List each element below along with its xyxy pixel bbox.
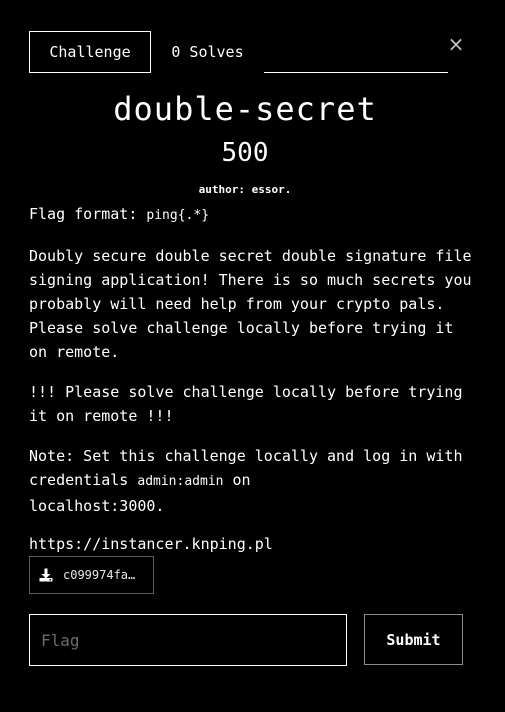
flag-input[interactable]	[29, 614, 347, 666]
flag-format-label: Flag format:	[29, 205, 147, 223]
note-middle: on	[223, 471, 251, 489]
note-host: localhost:3000.	[29, 497, 165, 515]
tab-solves[interactable]: 0 Solves	[151, 31, 264, 73]
challenge-value: 500	[221, 138, 269, 168]
description-paragraph-1: Doubly secure double secret double signa…	[29, 247, 472, 361]
tab-challenge[interactable]: Challenge	[29, 31, 151, 73]
instancer-link[interactable]: https://instancer.knping.pl	[29, 532, 273, 556]
challenge-author: author: essor.	[198, 183, 292, 196]
note-credentials: admin:admin	[137, 474, 224, 489]
flag-format: Flag format: ping{.*}	[29, 202, 474, 228]
close-icon[interactable]: ×	[447, 33, 465, 55]
flag-format-code: ping{.*}	[146, 208, 210, 223]
tab-underline	[264, 31, 448, 73]
file-name: c099974fa…	[63, 568, 136, 582]
submit-button[interactable]: Submit	[364, 614, 463, 665]
challenge-description: Flag format: ping{.*} Doubly secure doub…	[29, 202, 474, 534]
download-icon	[39, 568, 53, 582]
file-download-button[interactable]: c099974fa…	[29, 556, 154, 594]
challenge-modal: Challenge 0 Solves × double-secret 500 a…	[0, 0, 505, 712]
challenge-name: double-secret	[113, 90, 377, 128]
challenge-tabs: Challenge 0 Solves	[29, 31, 448, 73]
description-paragraph-2: !!! Please solve challenge locally befor…	[29, 383, 463, 425]
description-note: Note: Set this challenge locally and log…	[29, 444, 474, 518]
